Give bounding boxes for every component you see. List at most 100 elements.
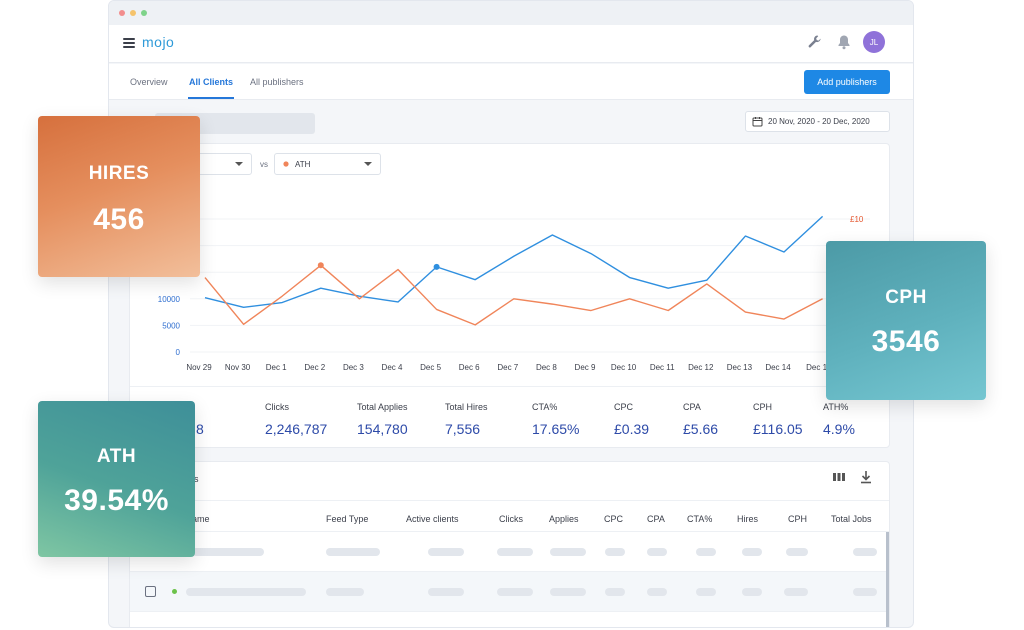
- stat-label: Total Applies: [357, 402, 408, 412]
- app-header: mojo JL: [109, 25, 913, 63]
- loading-placeholder: [647, 548, 667, 556]
- column-header[interactable]: CPC: [604, 514, 623, 524]
- y-right-label: £10: [850, 215, 864, 224]
- download-icon[interactable]: [859, 470, 873, 484]
- stat-cta: CTA% 17.65%: [532, 402, 579, 437]
- window-titlebar: [109, 1, 913, 25]
- loading-placeholder: [696, 548, 716, 556]
- tab-overview[interactable]: Overview: [130, 77, 168, 87]
- stat-value: 17.65%: [532, 421, 580, 437]
- menu-icon[interactable]: [123, 38, 135, 48]
- app-logo[interactable]: mojo: [142, 34, 174, 50]
- stat-label: Total Hires: [445, 402, 488, 412]
- loading-placeholder: [696, 588, 716, 596]
- active-tab-indicator: [188, 97, 234, 99]
- ath-card: ATH 39.54%: [38, 401, 195, 557]
- tab-all-publishers[interactable]: All publishers: [250, 77, 304, 87]
- column-header[interactable]: Hires: [737, 514, 758, 524]
- stat-cpa: CPA £5.66: [683, 402, 718, 437]
- tab-bar: Overview All Clients All publishers Add …: [109, 64, 913, 100]
- x-tick-label: Dec 4: [382, 363, 403, 372]
- column-header[interactable]: Applies: [549, 514, 579, 524]
- x-tick-label: Dec 9: [575, 363, 596, 372]
- stat-clicks: Clicks 2,246,787: [265, 402, 327, 437]
- stat-total-hires: Total Hires 7,556: [445, 402, 488, 437]
- window-dot-maximize[interactable]: [141, 10, 147, 16]
- metric-b-select[interactable]: ATH: [274, 153, 381, 175]
- loading-placeholder: [550, 588, 586, 596]
- cph-value: 3546: [871, 325, 941, 358]
- loading-placeholder: [784, 588, 808, 596]
- stat-value: £116.05: [753, 421, 803, 437]
- ath-value: 39.54%: [64, 484, 169, 517]
- stat-total-applies: Total Applies 154,780: [357, 402, 408, 437]
- data-point[interactable]: [433, 263, 440, 270]
- date-range-picker[interactable]: 20 Nov, 2020 - 20 Dec, 2020: [745, 111, 890, 132]
- loading-placeholder: [853, 548, 877, 556]
- row-checkbox[interactable]: [145, 586, 156, 597]
- table-header-row: ame Feed Type Active clients Clicks Appl…: [130, 500, 889, 532]
- loading-placeholder: [192, 548, 264, 556]
- window-dot-close[interactable]: [119, 10, 125, 16]
- column-header[interactable]: Clicks: [499, 514, 523, 524]
- table-row[interactable]: [130, 532, 889, 572]
- loading-placeholder: [186, 588, 306, 596]
- stat-value: 4.9%: [823, 421, 855, 437]
- column-header[interactable]: CTA%: [687, 514, 712, 524]
- loading-placeholder: [326, 548, 380, 556]
- column-header[interactable]: CPH: [788, 514, 807, 524]
- x-tick-label: Dec 7: [497, 363, 518, 372]
- stat-label: CTA%: [532, 402, 558, 412]
- loading-placeholder: [742, 588, 762, 596]
- stat-ath: ATH% 4.9%: [823, 402, 855, 437]
- hires-label: HIRES: [88, 163, 150, 184]
- x-tick-label: Dec 13: [727, 363, 753, 372]
- x-tick-label: Dec 1: [806, 363, 827, 372]
- x-tick-label: Dec 11: [650, 363, 675, 372]
- ath-label: ATH: [96, 446, 137, 467]
- stat-label: CPH: [753, 402, 773, 412]
- x-tick-label: Nov 30: [225, 363, 251, 372]
- x-tick-label: Dec 3: [343, 363, 364, 372]
- table-row[interactable]: [130, 612, 889, 627]
- loading-placeholder: [428, 588, 464, 596]
- date-range-text: 20 Nov, 2020 - 20 Dec, 2020: [768, 117, 870, 126]
- columns-icon[interactable]: [832, 470, 846, 484]
- window-dot-minimize[interactable]: [130, 10, 136, 16]
- table-row[interactable]: [130, 572, 889, 612]
- column-header[interactable]: CPA: [647, 514, 665, 524]
- stat-partial: 8: [196, 402, 204, 437]
- series-dot-icon: [283, 161, 289, 167]
- bell-icon[interactable]: [837, 34, 851, 50]
- chevron-down-icon: [235, 162, 243, 166]
- x-tick-label: Nov 29: [186, 363, 212, 372]
- table-scrollbar[interactable]: [886, 532, 889, 627]
- column-header[interactable]: Active clients: [406, 514, 459, 524]
- series-line-1: [204, 264, 823, 326]
- tab-all-clients[interactable]: All Clients: [189, 77, 233, 87]
- stat-cpc: CPC £0.39: [614, 402, 649, 437]
- stat-value: £0.39: [614, 421, 650, 437]
- loading-placeholder: [326, 588, 364, 596]
- x-tick-label: Dec 1: [266, 363, 287, 372]
- stat-label: [196, 402, 204, 412]
- x-tick-label: Dec 10: [611, 363, 637, 372]
- y-tick-label: 0: [176, 348, 181, 357]
- cph-card: CPH 3546: [826, 241, 986, 400]
- x-tick-label: Dec 14: [765, 363, 791, 372]
- add-publishers-button[interactable]: Add publishers: [804, 70, 890, 94]
- user-avatar[interactable]: JL: [863, 31, 885, 53]
- wrench-icon[interactable]: [807, 34, 823, 50]
- stat-value: £5.66: [683, 421, 719, 437]
- stat-value: 2,246,787: [265, 421, 328, 437]
- status-dot-icon: [172, 589, 177, 594]
- loading-placeholder: [428, 548, 464, 556]
- stat-value: 154,780: [357, 421, 408, 437]
- column-header[interactable]: Feed Type: [326, 514, 368, 524]
- loading-placeholder: [853, 588, 877, 596]
- data-point[interactable]: [317, 262, 324, 269]
- stat-label: CPA: [683, 402, 701, 412]
- column-header[interactable]: Total Jobs: [831, 514, 872, 524]
- loading-placeholder: [786, 548, 808, 556]
- x-tick-label: Dec 12: [688, 363, 714, 372]
